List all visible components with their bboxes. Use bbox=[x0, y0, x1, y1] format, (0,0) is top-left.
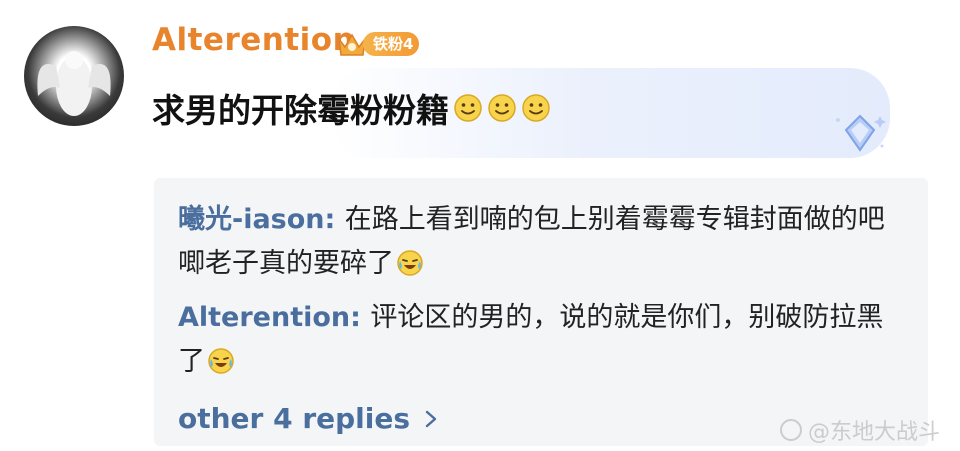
fan-level-label: 铁粉4 bbox=[363, 32, 420, 56]
angel-figure-icon bbox=[37, 51, 111, 116]
smile-emoji-icon bbox=[488, 94, 516, 122]
avatar[interactable] bbox=[24, 26, 124, 126]
reply-separator: : bbox=[324, 204, 345, 235]
chevron-right-icon bbox=[425, 410, 437, 427]
reply-item: 曦光-iason: 在路上看到喃的包上别着霉霉专辑封面做的吧唧老子真的要碎了 bbox=[178, 198, 898, 286]
laugh-cry-emoji-icon bbox=[397, 250, 423, 276]
replies-panel: 曦光-iason: 在路上看到喃的包上别着霉霉专辑封面做的吧唧老子真的要碎了 A… bbox=[154, 178, 928, 446]
smile-emoji-icon bbox=[454, 94, 482, 122]
watermark-text: @东地大战斗 bbox=[808, 420, 941, 445]
comment-body: 求男的开除霉粉粉籍 bbox=[152, 84, 551, 132]
reply-author[interactable]: 曦光-iason bbox=[178, 204, 325, 235]
weibo-logo-icon bbox=[780, 419, 802, 441]
more-replies-link[interactable]: other 4 replies bbox=[178, 402, 438, 435]
more-replies-label: other 4 replies bbox=[178, 402, 411, 435]
reply-item: Alterention: 评论区的男的，说的就是你们，别破防拉黑了 bbox=[178, 296, 898, 384]
reply-separator: : bbox=[350, 302, 371, 333]
comment-username[interactable]: Alterention bbox=[152, 22, 355, 58]
watermark: @东地大战斗 bbox=[780, 414, 940, 446]
laugh-cry-emoji-icon bbox=[208, 348, 234, 374]
diamond-decoration-icon bbox=[836, 114, 886, 152]
smile-emoji-icon bbox=[522, 94, 550, 122]
comment-text: 求男的开除霉粉粉籍 bbox=[152, 91, 449, 130]
fan-badge: 铁粉4 bbox=[335, 27, 420, 61]
reply-author[interactable]: Alterention bbox=[178, 302, 350, 333]
